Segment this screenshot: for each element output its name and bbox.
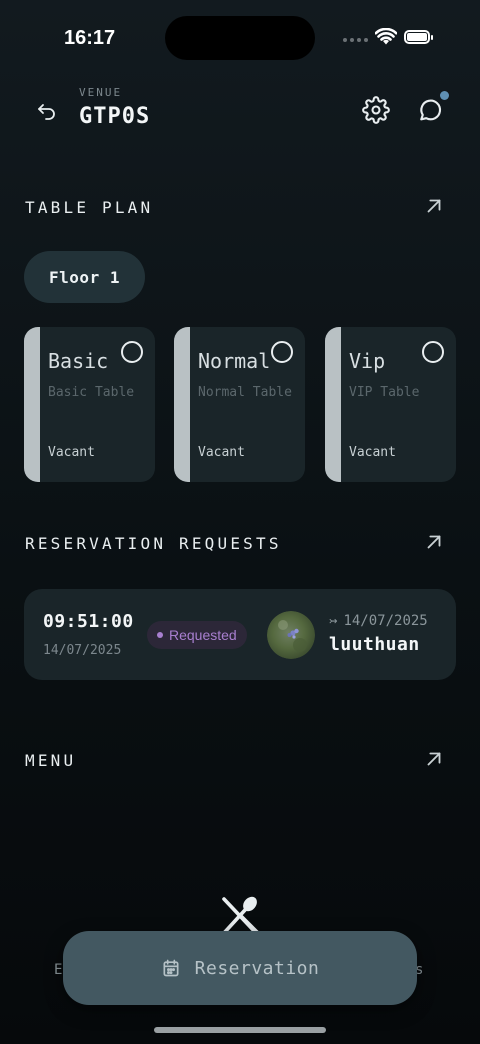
table-status: Vacant [349,445,396,460]
undo-arrow-icon [38,104,55,120]
reservation-user: luuthuan [329,634,420,655]
status-dot [157,632,163,638]
wifi-icon [375,28,397,45]
table-plan-title: TABLE PLAN [25,198,154,217]
reservation-to-date-value: 14/07/2025 [343,613,428,629]
table-stripe [174,327,190,482]
reservation-button-label: Reservation [194,957,320,979]
battery-icon [404,30,433,44]
notification-dot [440,91,449,100]
calendar-icon [163,959,179,977]
table-select-radio[interactable] [121,341,143,363]
table-description: Normal Table [198,385,292,400]
status-badge-label: Requested [169,627,237,643]
table-stripe [24,327,40,482]
venue-name: GTP0S [79,104,151,129]
menu-title: MENU [25,751,77,770]
table-select-radio[interactable] [422,341,444,363]
arrow-right-icon: ↣ [329,613,338,629]
menu-expand-icon[interactable] [423,748,445,770]
status-badge: Requested [147,621,247,649]
reservation-requests-title: RESERVATION REQUESTS [25,534,282,553]
home-indicator [154,1027,326,1033]
table-description: VIP Table [349,385,420,400]
tab-label-left[interactable]: E [54,962,62,978]
reservation-expand-icon[interactable] [423,531,445,553]
chat-bubble-icon[interactable] [416,96,444,124]
table-plan-expand-icon[interactable] [423,195,445,217]
table-card-basic[interactable]: Basic Basic Table Vacant [24,327,155,482]
reservation-date: 14/07/2025 [43,643,122,658]
table-status: Vacant [48,445,95,460]
table-card-vip[interactable]: Vip VIP Table Vacant [325,327,456,482]
gear-icon[interactable] [362,96,390,124]
signal-icon [343,38,368,42]
avatar [267,611,315,659]
table-status: Vacant [198,445,245,460]
table-stripe [325,327,341,482]
table-description: Basic Table [48,385,135,400]
table-select-radio[interactable] [271,341,293,363]
back-button[interactable] [32,96,62,126]
dynamic-island [165,16,315,60]
reservation-time: 09:51:00 [43,611,134,632]
table-card-normal[interactable]: Normal Normal Table Vacant [174,327,305,482]
venue-label: VENUE [79,86,123,99]
floor-chip[interactable]: Floor 1 [24,251,145,303]
status-time: 16:17 [64,27,116,49]
reservation-to-date: ↣ 14/07/2025 [329,613,428,629]
reservation-button[interactable]: Reservation [63,931,417,1005]
